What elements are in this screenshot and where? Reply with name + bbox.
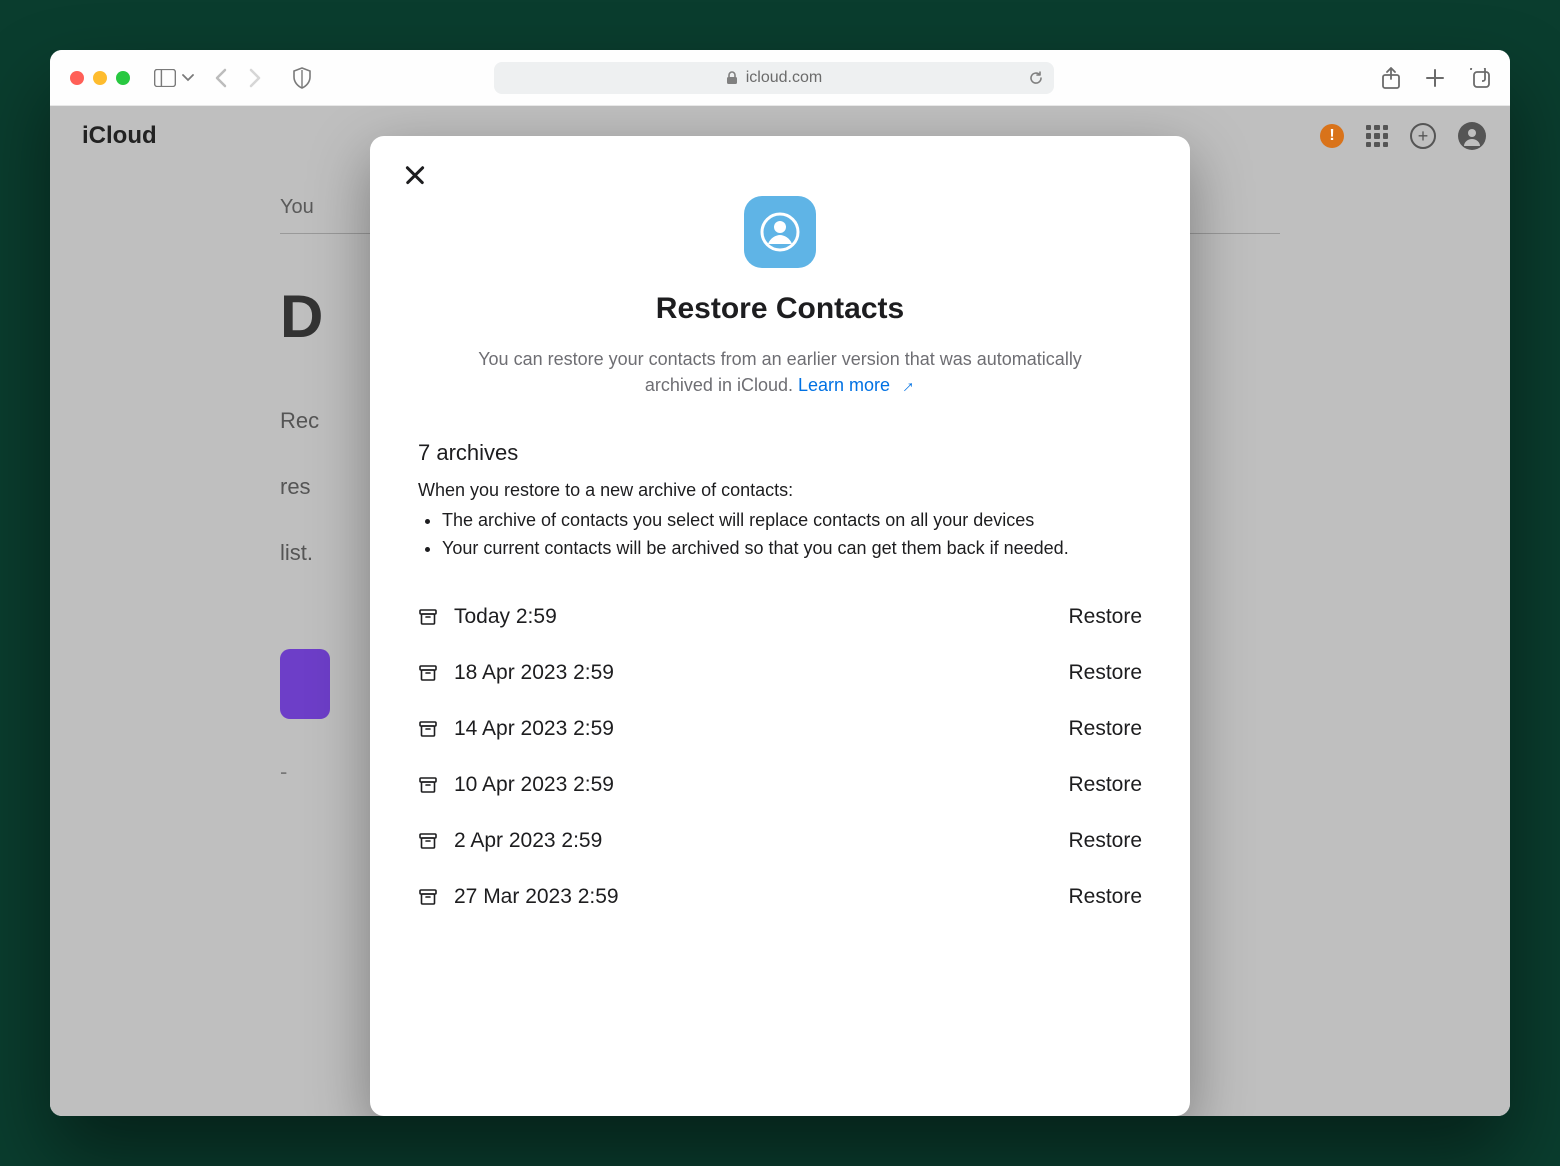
archives-count: 7 archives: [414, 440, 1146, 466]
archive-icon: [418, 887, 438, 907]
archive-row: 2 Apr 2023 2:59Restore: [414, 813, 1146, 869]
close-modal-button[interactable]: [400, 160, 430, 190]
tab-overview-button[interactable]: [1470, 68, 1490, 88]
restore-button[interactable]: Restore: [1068, 661, 1142, 685]
bg-purple-tile: [280, 649, 330, 719]
app-launcher-button[interactable]: [1366, 125, 1388, 147]
archives-note-item: The archive of contacts you select will …: [442, 507, 1146, 535]
forward-button[interactable]: [248, 68, 262, 88]
archive-icon: [418, 831, 438, 851]
restore-button[interactable]: Restore: [1068, 829, 1142, 853]
share-button[interactable]: [1382, 67, 1400, 89]
archive-row: Today 2:59Restore: [414, 589, 1146, 645]
account-button[interactable]: [1458, 122, 1486, 150]
notification-badge[interactable]: !: [1320, 124, 1344, 148]
bg-tab-left: You: [280, 196, 314, 219]
restore-button[interactable]: Restore: [1068, 717, 1142, 741]
archive-date: 14 Apr 2023 2:59: [454, 717, 1068, 741]
privacy-report-button[interactable]: [292, 67, 312, 89]
archives-note-intro: When you restore to a new archive of con…: [414, 480, 1146, 501]
archive-date: 27 Mar 2023 2:59: [454, 885, 1068, 909]
lock-icon: [726, 71, 738, 85]
restore-button[interactable]: Restore: [1068, 773, 1142, 797]
new-tab-button[interactable]: [1426, 69, 1444, 87]
contacts-app-icon: [744, 196, 816, 268]
archive-date: Today 2:59: [454, 605, 1068, 629]
icloud-brand: iCloud: [82, 122, 157, 150]
archives-notes-list: The archive of contacts you select will …: [414, 507, 1146, 563]
sidebar-toggle-button[interactable]: [154, 69, 176, 87]
page-content: iCloud ! + You ngs D Rec res list.: [50, 106, 1510, 1116]
reload-button[interactable]: [1028, 70, 1044, 86]
archive-icon: [418, 663, 438, 683]
restore-button[interactable]: Restore: [1068, 885, 1142, 909]
archive-list: Today 2:59Restore18 Apr 2023 2:59Restore…: [414, 589, 1146, 925]
learn-more-link[interactable]: Learn more →: [798, 375, 915, 395]
modal-title: Restore Contacts: [414, 292, 1146, 326]
close-window-button[interactable]: [70, 71, 84, 85]
safari-window: icloud.com iCloud !: [50, 50, 1510, 1116]
archive-icon: [418, 719, 438, 739]
modal-description: You can restore your contacts from an ea…: [460, 346, 1100, 398]
restore-button[interactable]: Restore: [1068, 605, 1142, 629]
minimize-window-button[interactable]: [93, 71, 107, 85]
bg-paragraph: Rec res list.: [280, 371, 360, 569]
archives-note-item: Your current contacts will be archived s…: [442, 535, 1146, 563]
archive-icon: [418, 775, 438, 795]
archive-row: 10 Apr 2023 2:59Restore: [414, 757, 1146, 813]
archive-date: 18 Apr 2023 2:59: [454, 661, 1068, 685]
archive-row: 18 Apr 2023 2:59Restore: [414, 645, 1146, 701]
restore-contacts-modal: Restore Contacts You can restore your co…: [370, 136, 1190, 1116]
sidebar-dropdown-button[interactable]: [182, 74, 194, 82]
archive-icon: [418, 607, 438, 627]
archive-date: 10 Apr 2023 2:59: [454, 773, 1068, 797]
window-controls: [70, 71, 130, 85]
archive-row: 14 Apr 2023 2:59Restore: [414, 701, 1146, 757]
archive-row: 27 Mar 2023 2:59Restore: [414, 869, 1146, 925]
address-text: icloud.com: [746, 69, 822, 87]
titlebar: icloud.com: [50, 50, 1510, 106]
address-bar[interactable]: icloud.com: [494, 62, 1054, 94]
create-button[interactable]: +: [1410, 123, 1436, 149]
back-button[interactable]: [214, 68, 228, 88]
archive-date: 2 Apr 2023 2:59: [454, 829, 1068, 853]
zoom-window-button[interactable]: [116, 71, 130, 85]
